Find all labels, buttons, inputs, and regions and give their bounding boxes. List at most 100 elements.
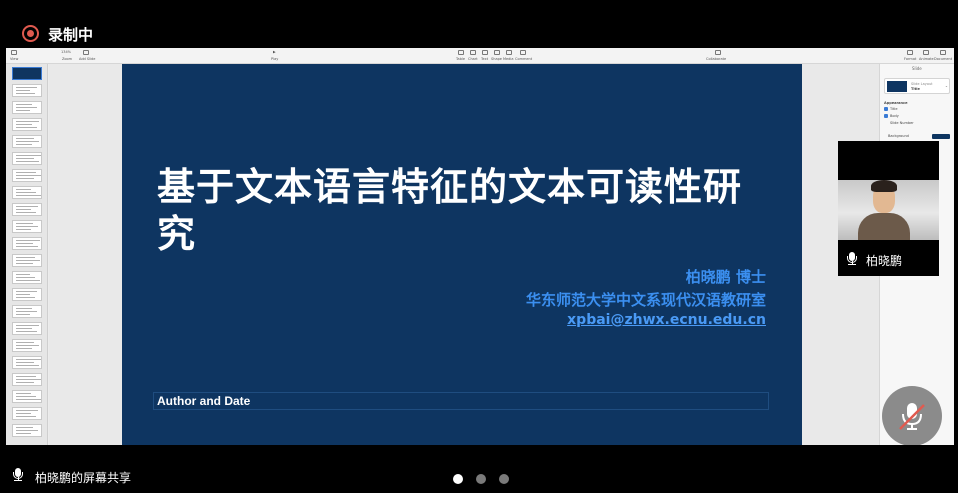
slide-thumbnail[interactable] [12,101,42,114]
option-body: Body [890,114,899,118]
slide-thumbnail[interactable] [12,237,42,250]
comment-icon[interactable] [520,50,526,55]
view-icon[interactable] [11,50,17,55]
thumbnail-text-line [16,155,41,156]
body-checkbox[interactable] [884,114,888,118]
page-dot[interactable] [476,474,486,484]
thumbnail-text-line [16,93,35,94]
slide-thumbnail[interactable] [12,203,42,216]
thumbnail-text-line [16,144,32,145]
slide-thumbnail[interactable] [12,186,42,199]
toolbar-format[interactable]: Format [904,57,916,61]
keynote-toolbar: View 134% Zoom Add Slide ▶ Play Table Ch… [6,48,954,64]
thumbnail-text-line [16,328,32,329]
thumbnail-text-line [16,413,31,414]
thumbnail-text-line [16,172,36,173]
option-slide-number: Slide Number [890,121,914,125]
person-body [858,213,910,240]
slide-thumbnail[interactable] [12,305,42,318]
slide-thumbnail[interactable] [12,356,42,369]
video-feed [838,180,939,240]
play-icon[interactable]: ▶ [273,50,276,54]
slide-thumbnail[interactable] [12,220,42,233]
toolbar-chart[interactable]: Chart [468,57,478,61]
slide-thumbnail[interactable] [12,390,42,403]
thumbnail-text-line [16,342,34,343]
toolbar-view[interactable]: View [10,57,18,61]
recording-label: 录制中 [48,26,94,44]
thumbnail-text-line [16,87,37,88]
slide-thumbnail[interactable] [12,424,42,437]
record-icon [22,25,39,42]
slide-thumbnail[interactable] [12,407,42,420]
bottom-bar: 柏晓鹏的屏幕共享 [0,445,958,493]
slide-affiliation[interactable]: 华东师范大学中文系现代汉语教研室 [526,289,766,310]
thumbnail-text-line [16,410,38,411]
toolbar-media[interactable]: Media [503,57,514,61]
person-hair [871,180,897,192]
toolbar-comment[interactable]: Comment [515,57,532,61]
slide-thumbnail[interactable] [12,135,42,148]
toolbar-shape[interactable]: Shape [491,57,502,61]
text-icon[interactable] [482,50,488,55]
thumbnail-text-line [16,209,31,210]
slide-thumbnail[interactable] [12,67,42,80]
thumbnail-text-line [16,138,34,139]
slide-email-link[interactable]: xpbai@zhwx.ecnu.edu.cn [567,312,766,328]
toolbar-animate[interactable]: Animate [919,57,934,61]
thumbnail-text-line [16,226,38,227]
participant-video[interactable]: 柏晓鹏 [838,141,939,276]
thumbnail-text-line [16,308,32,309]
toolbar-play[interactable]: Play [271,57,278,61]
toolbar-add-slide[interactable]: Add Slide [79,57,95,61]
thumbnail-text-line [16,263,33,264]
slide-thumbnail[interactable] [12,118,42,131]
thumbnail-text-line [16,393,31,394]
slide-thumbnail[interactable] [12,288,42,301]
toolbar-collaborate[interactable]: Collaborate [706,57,726,61]
slide-thumbnail[interactable] [12,322,42,335]
slide-thumbnail[interactable] [12,84,42,97]
background-color-well[interactable] [932,134,950,139]
slide-thumbnail[interactable] [12,373,42,386]
add-slide-icon[interactable] [83,50,89,55]
slide-title[interactable]: 基于文本语言特征的文本可读性研究 [157,164,777,258]
page-dot[interactable] [453,474,463,484]
zoom-value[interactable]: 134% [61,50,71,54]
title-checkbox[interactable] [884,107,888,111]
toolbar-table[interactable]: Table [456,57,465,61]
format-icon[interactable] [907,50,913,55]
thumbnail-text-line [16,260,40,261]
slide-thumbnail[interactable] [12,169,42,182]
shape-icon[interactable] [494,50,500,55]
thumbnail-text-line [16,416,36,417]
toolbar-text[interactable]: Text [481,57,488,61]
document-icon[interactable] [940,50,946,55]
thumbnail-text-line [16,90,30,91]
slide-author[interactable]: 柏晓鹏 博士 [686,266,766,287]
thumbnail-text-line [16,189,31,190]
slide-thumbnail[interactable] [12,339,42,352]
thumbnail-text-line [16,104,32,105]
thumbnail-text-line [16,178,34,179]
page-dot[interactable] [499,474,509,484]
chart-icon[interactable] [470,50,476,55]
toolbar-zoom[interactable]: Zoom [62,57,72,61]
thumbnail-text-line [16,161,39,162]
slide-footer[interactable]: Author and Date [157,394,250,408]
participant-name: 柏晓鹏 [866,254,903,268]
table-icon[interactable] [458,50,464,55]
collaborate-icon[interactable] [715,50,721,55]
inspector-tab-slide[interactable]: Slide [912,66,922,71]
slide-thumbnail[interactable] [12,152,42,165]
animate-icon[interactable] [923,50,929,55]
thumbnail-text-line [16,192,36,193]
media-icon[interactable] [506,50,512,55]
mute-button[interactable] [882,386,942,446]
chevron-down-icon: ⌄ [945,84,948,88]
slide-thumbnail[interactable] [12,271,42,284]
slide-layout-picker[interactable]: Slide Layout Title ⌄ [884,78,950,94]
slide[interactable]: 基于文本语言特征的文本可读性研究 柏晓鹏 博士 华东师范大学中文系现代汉语教研室… [122,64,802,445]
slide-thumbnail[interactable] [12,254,42,267]
toolbar-document[interactable]: Document [934,57,952,61]
